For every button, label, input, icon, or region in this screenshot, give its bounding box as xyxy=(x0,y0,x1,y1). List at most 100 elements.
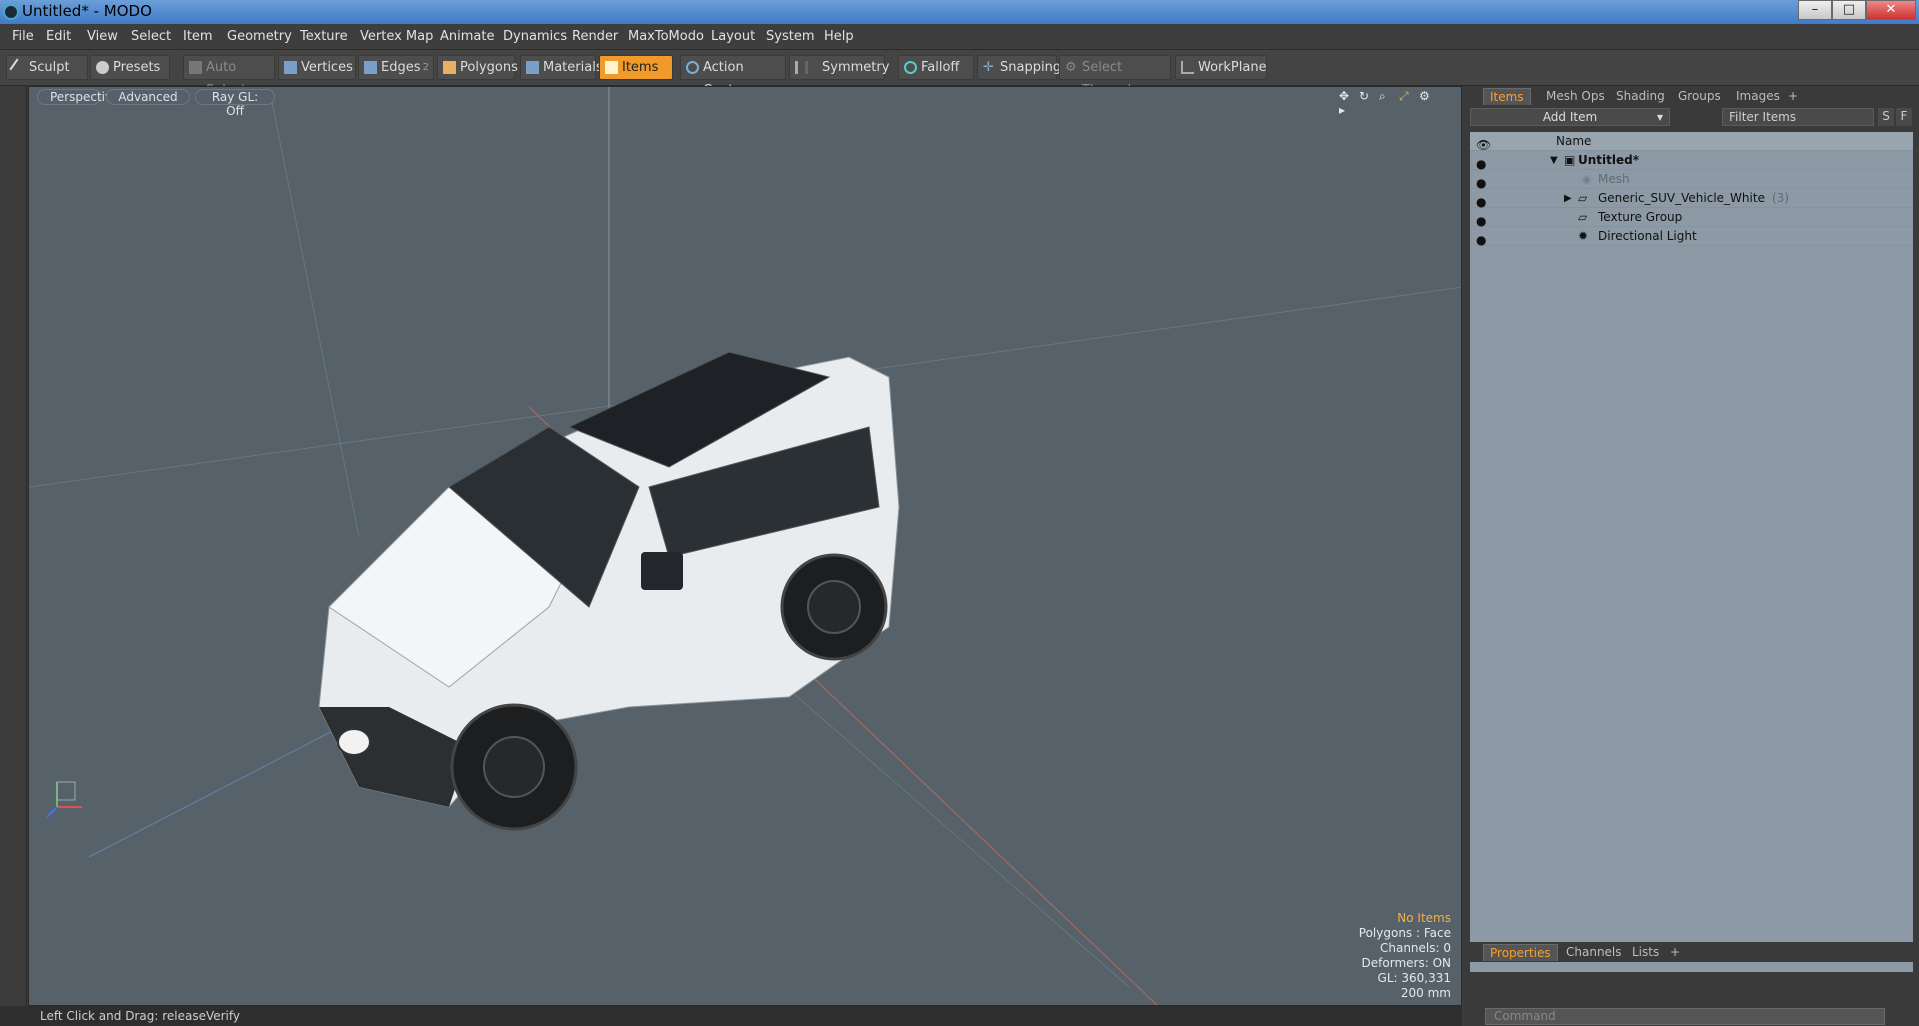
items-button[interactable]: Items xyxy=(599,55,673,80)
visibility-eye-icon[interactable]: ● xyxy=(1476,231,1488,247)
item-list-header: 👁 Name xyxy=(1470,132,1913,152)
auto-select-button[interactable]: Auto Select xyxy=(183,55,275,98)
menu-vertex-map[interactable]: Vertex Map xyxy=(360,29,433,44)
snap-icon: ✛ xyxy=(983,60,994,75)
tab-shading[interactable]: Shading xyxy=(1610,88,1671,105)
menu-texture[interactable]: Texture xyxy=(300,29,348,44)
list-item[interactable]: ● ✹ Directional Light xyxy=(1470,227,1913,247)
tab-properties[interactable]: Properties xyxy=(1483,944,1558,961)
left-tool-strip[interactable] xyxy=(0,86,27,1006)
add-item-dropdown[interactable]: Add Item ▾ xyxy=(1470,108,1670,126)
3d-viewport[interactable]: Perspective Advanced Ray GL: Off ✥ ↻ ⌕ ⤢ ⚙▸ … xyxy=(28,86,1462,1006)
edge-cube-icon xyxy=(364,61,377,74)
list-item[interactable]: ● ◈ Mesh xyxy=(1470,170,1913,190)
close-window-button[interactable]: ✕ xyxy=(1866,0,1916,20)
list-item[interactable]: ● ▶ ▱ Generic_SUV_Vehicle_White (3) xyxy=(1470,189,1913,209)
tab-images[interactable]: Images xyxy=(1730,88,1786,105)
menu-geometry[interactable]: Geometry xyxy=(227,29,292,44)
main-toolbar: Sculpt Presets Auto Select Vertices Edge… xyxy=(0,50,1919,98)
viewport-info-overlay: No Items Polygons : Face Channels: 0 Def… xyxy=(1359,911,1451,1001)
edges-button[interactable]: Edges 2 xyxy=(358,55,434,80)
filter-f-button[interactable]: F xyxy=(1896,108,1912,126)
menu-system[interactable]: System xyxy=(766,29,814,44)
visibility-column-icon: 👁 xyxy=(1476,138,1492,152)
chevron-down-icon: ▾ xyxy=(1656,110,1663,124)
select-through-button[interactable]: ⚙Select Through xyxy=(1059,55,1171,98)
list-item[interactable]: ● ▼ ▣ Untitled* xyxy=(1470,151,1913,171)
rotate-view-icon[interactable]: ↻ xyxy=(1359,89,1373,103)
tab-groups[interactable]: Groups xyxy=(1672,88,1727,105)
sculpt-button[interactable]: Sculpt xyxy=(6,55,88,80)
menu-maxtomodo[interactable]: MaxToModo xyxy=(628,29,704,44)
shading-mode-dropdown[interactable]: Advanced xyxy=(106,89,190,105)
visibility-eye-icon[interactable]: ● xyxy=(1476,174,1488,190)
maximize-button[interactable]: □ xyxy=(1832,0,1866,20)
name-column-header[interactable]: Name xyxy=(1556,132,1591,151)
materials-button[interactable]: Materials xyxy=(520,55,603,80)
viewport-scene xyxy=(29,87,1461,1005)
polygon-cube-icon xyxy=(443,61,456,74)
expand-arrow-icon[interactable]: ▸ xyxy=(1339,103,1353,117)
menu-edit[interactable]: Edit xyxy=(46,29,71,44)
collapse-arrow-icon[interactable]: ▼ xyxy=(1550,151,1558,170)
texture-group-icon: ▱ xyxy=(1578,210,1588,224)
symmetry-icon xyxy=(795,61,808,74)
visibility-eye-icon[interactable]: ● xyxy=(1476,155,1488,171)
visibility-eye-icon[interactable]: ● xyxy=(1476,212,1488,228)
falloff-button[interactable]: Falloff xyxy=(898,55,974,80)
expand-arrow-icon[interactable]: ▶ xyxy=(1564,189,1572,208)
deformers-info: Deformers: ON xyxy=(1361,956,1451,970)
presets-button[interactable]: Presets xyxy=(90,55,170,80)
tab-lists[interactable]: Lists xyxy=(1626,944,1665,961)
tab-items[interactable]: Items xyxy=(1483,88,1531,105)
axis-gizmo xyxy=(46,781,82,818)
selection-info: No Items xyxy=(1397,911,1451,925)
menu-animate[interactable]: Animate xyxy=(440,29,494,44)
item-name: Texture Group xyxy=(1598,210,1683,224)
zoom-icon[interactable]: ⌕ xyxy=(1379,89,1393,103)
search-s-button[interactable]: S xyxy=(1878,108,1894,126)
menu-view[interactable]: View xyxy=(87,29,118,44)
polygon-mode-info: Polygons : Face xyxy=(1358,926,1451,940)
menu-file[interactable]: File xyxy=(12,29,34,44)
grid-line xyxy=(268,87,360,538)
group-locator-icon: ▱ xyxy=(1578,191,1588,205)
raygl-toggle[interactable]: Ray GL: Off xyxy=(195,89,275,118)
light-icon: ✹ xyxy=(1578,229,1589,243)
scene-icon: ▣ xyxy=(1564,153,1576,167)
menu-select[interactable]: Select xyxy=(131,29,171,44)
fit-view-icon[interactable]: ⤢ xyxy=(1399,89,1413,103)
vertices-button[interactable]: Vertices xyxy=(278,55,356,80)
polygons-button[interactable]: Polygons xyxy=(437,55,518,80)
command-input[interactable]: Command xyxy=(1485,1008,1885,1025)
minimize-button[interactable]: – xyxy=(1798,0,1832,20)
view-type-dropdown[interactable]: Perspective xyxy=(37,89,120,105)
action-center-button[interactable]: Action Center xyxy=(680,55,786,98)
settings-gear-icon[interactable]: ⚙ xyxy=(1419,89,1433,103)
filter-items-input[interactable]: Filter Items xyxy=(1722,108,1874,126)
move-view-icon[interactable]: ✥ xyxy=(1339,89,1353,103)
mesh-name: Mesh xyxy=(1598,172,1630,186)
add-tab-icon[interactable]: + xyxy=(1664,944,1686,961)
list-item[interactable]: ● ▱ Texture Group xyxy=(1470,208,1913,228)
workplane-button[interactable]: WorkPlane xyxy=(1175,55,1267,80)
visibility-eye-icon[interactable]: ● xyxy=(1476,193,1488,209)
tab-mesh-ops[interactable]: Mesh Ops xyxy=(1540,88,1611,105)
item-name: Generic_SUV_Vehicle_White xyxy=(1598,191,1765,205)
add-tab-icon[interactable]: + xyxy=(1782,88,1804,105)
menu-render[interactable]: Render xyxy=(572,29,618,44)
menu-layout[interactable]: Layout xyxy=(711,29,755,44)
menu-help[interactable]: Help xyxy=(824,29,854,44)
item-list: 👁 Name ● ▼ ▣ Untitled* ● ◈ Mesh ● ▶ ▱ Ge… xyxy=(1470,132,1913,972)
workplane-icon xyxy=(1181,61,1194,74)
menu-item[interactable]: Item xyxy=(183,29,213,44)
edges-count: 2 xyxy=(422,62,429,73)
brush-icon xyxy=(9,58,28,77)
presets-icon xyxy=(96,61,109,74)
tab-channels[interactable]: Channels xyxy=(1560,944,1628,961)
grid-scale-info: 200 mm xyxy=(1400,986,1451,1000)
symmetry-button[interactable]: Symmetry xyxy=(789,55,889,80)
menu-bar: File Edit View Select Item Geometry Text… xyxy=(0,24,1919,50)
menu-dynamics[interactable]: Dynamics xyxy=(503,29,567,44)
snapping-button[interactable]: ✛ Snapping xyxy=(977,55,1061,80)
